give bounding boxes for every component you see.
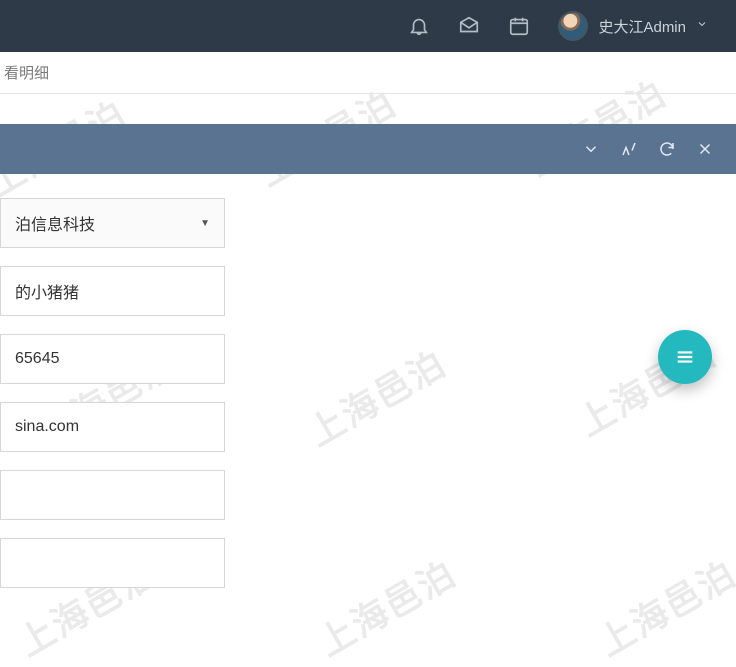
phone-value: 65645 [15,350,60,368]
company-select[interactable]: 泊信息科技 ▼ [0,198,225,248]
user-menu[interactable]: 史大江Admin [558,11,708,41]
email-value: sina.com [15,418,79,436]
chevron-down-icon [696,17,708,35]
nickname-input[interactable]: 的小猪猪 [0,266,225,316]
avatar [558,11,588,41]
chevron-down-icon[interactable] [582,140,600,158]
nickname-value: 的小猪猪 [15,279,79,303]
top-navbar: 史大江Admin [0,0,736,52]
extra-input-2[interactable] [0,538,225,588]
user-name-label: 史大江Admin [598,16,686,37]
breadcrumb-title: 看明细 [4,62,49,83]
phone-input[interactable]: 65645 [0,334,225,384]
email-input[interactable]: sina.com [0,402,225,452]
breadcrumb: 看明细 [0,52,736,94]
mail-icon[interactable] [458,15,480,37]
notifications-icon[interactable] [408,15,430,37]
panel-toolbar [0,124,736,174]
select-caret-icon: ▼ [200,218,210,229]
company-value: 泊信息科技 [15,211,95,235]
detail-form: 泊信息科技 ▼ 的小猪猪 65645 sina.com [0,174,736,588]
floating-menu-button[interactable] [658,330,712,384]
calendar-icon[interactable] [508,15,530,37]
close-icon[interactable] [696,140,714,158]
refresh-icon[interactable] [658,140,676,158]
settings-icon[interactable] [620,140,638,158]
extra-input-1[interactable] [0,470,225,520]
